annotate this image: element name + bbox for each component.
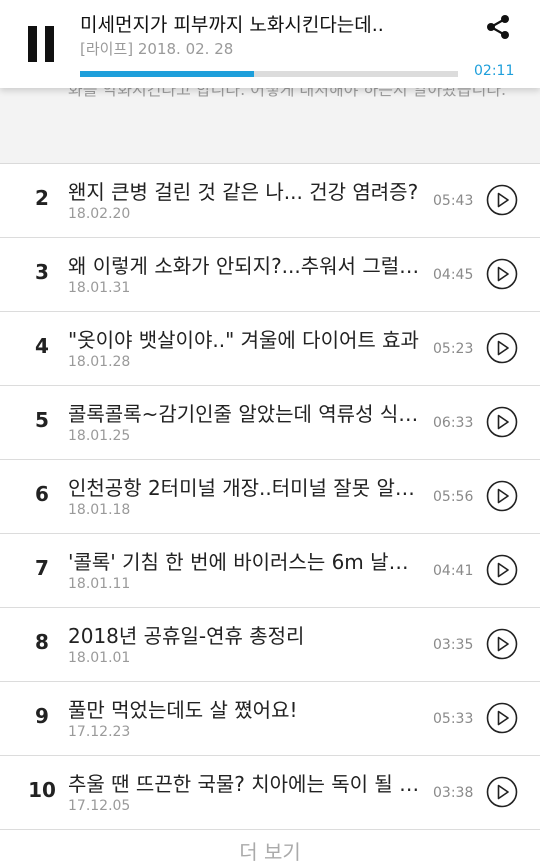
episode-date: 18.01.11 <box>68 576 131 592</box>
episode-duration: 04:45 <box>433 267 474 283</box>
episode-title: 2018년 공휴일-연휴 총정리 <box>68 624 305 648</box>
elapsed-time: 02:11 <box>474 63 515 79</box>
share-icon[interactable] <box>484 13 512 41</box>
episode-title: 풀만 먹었는데도 살 쪘어요! <box>68 698 298 722</box>
episode-title: '콜록' 기침 한 번에 바이러스는 6m 날아간다 <box>68 550 420 574</box>
play-icon[interactable] <box>486 332 518 364</box>
episode-duration: 03:38 <box>433 785 474 801</box>
episode-duration: 06:33 <box>433 415 474 431</box>
episode-row[interactable]: 6 인천공항 2터미널 개장..터미널 잘못 알고 가면 18.01.18 05:56 <box>0 460 540 534</box>
episode-title: 콜록콜록~감기인줄 알았는데 역류성 식도염 <box>68 402 420 426</box>
episode-summary: 화를 악화시킨다고 합니다. 어떻게 대처해야 하는지 알아봤습니다. <box>0 88 540 164</box>
episode-title: "옷이야 뱃살이야.." 겨울에 다이어트 효과 <box>68 328 419 352</box>
more-button[interactable]: 더 보기 <box>0 836 540 865</box>
episode-number: 5 <box>35 408 49 432</box>
episode-duration: 05:33 <box>433 711 474 727</box>
pause-icon <box>28 26 37 62</box>
episode-duration: 05:56 <box>433 489 474 505</box>
pause-icon-bar <box>45 26 54 62</box>
play-icon[interactable] <box>486 184 518 216</box>
episode-date: 18.01.01 <box>68 650 131 666</box>
episode-date: 18.01.25 <box>68 428 131 444</box>
episode-date: 18.01.31 <box>68 280 131 296</box>
now-playing-subtitle: [라이프] 2018. 02. 28 <box>80 40 234 58</box>
progress-fill <box>80 71 254 77</box>
now-playing-title: 미세먼지가 피부까지 노화시킨다는데.. <box>80 14 384 36</box>
play-icon[interactable] <box>486 702 518 734</box>
play-icon[interactable] <box>486 776 518 808</box>
now-playing-bar: 미세먼지가 피부까지 노화시킨다는데.. [라이프] 2018. 02. 28 … <box>0 0 540 88</box>
play-icon[interactable] <box>486 406 518 438</box>
episode-number: 7 <box>35 556 49 580</box>
episode-row[interactable]: 5 콜록콜록~감기인줄 알았는데 역류성 식도염 18.01.25 06:33 <box>0 386 540 460</box>
episode-number: 2 <box>35 186 49 210</box>
episode-title: 왜 이렇게 소화가 안되지?...추워서 그럴 수도 <box>68 254 420 278</box>
episode-number: 10 <box>28 778 56 802</box>
play-icon[interactable] <box>486 554 518 586</box>
play-icon[interactable] <box>486 628 518 660</box>
episode-row[interactable]: 10 추울 땐 뜨끈한 국물? 치아에는 독이 될 수도 17.12.05 03:38 <box>0 756 540 830</box>
progress-bar[interactable] <box>80 71 458 77</box>
play-icon[interactable] <box>486 258 518 290</box>
episode-number: 9 <box>35 704 49 728</box>
episode-date: 18.02.20 <box>68 206 131 222</box>
episode-duration: 04:41 <box>433 563 474 579</box>
episode-row[interactable]: 3 왜 이렇게 소화가 안되지?...추워서 그럴 수도 18.01.31 04:45 <box>0 238 540 312</box>
episode-duration: 03:35 <box>433 637 474 653</box>
episode-date: 17.12.23 <box>68 724 131 740</box>
episode-number: 8 <box>35 630 49 654</box>
episode-date: 18.01.18 <box>68 502 131 518</box>
episode-row[interactable]: 4 "옷이야 뱃살이야.." 겨울에 다이어트 효과 18.01.28 05:23 <box>0 312 540 386</box>
episode-title: 인천공항 2터미널 개장..터미널 잘못 알고 가면 <box>68 476 420 500</box>
episode-row[interactable]: 2 왠지 큰병 걸린 것 같은 나... 건강 염려증? 18.02.20 05:43 <box>0 164 540 238</box>
pause-button[interactable] <box>26 26 56 62</box>
episode-date: 17.12.05 <box>68 798 131 814</box>
episode-duration: 05:43 <box>433 193 474 209</box>
episode-row[interactable]: 8 2018년 공휴일-연휴 총정리 18.01.01 03:35 <box>0 608 540 682</box>
episode-row[interactable]: 7 '콜록' 기침 한 번에 바이러스는 6m 날아간다 18.01.11 04:41 <box>0 534 540 608</box>
episode-number: 3 <box>35 260 49 284</box>
episode-duration: 05:23 <box>433 341 474 357</box>
play-icon[interactable] <box>486 480 518 512</box>
episode-list: 2 왠지 큰병 걸린 것 같은 나... 건강 염려증? 18.02.20 05:43… <box>0 164 540 830</box>
episode-number: 4 <box>35 334 49 358</box>
episode-title: 추울 땐 뜨끈한 국물? 치아에는 독이 될 수도 <box>68 772 420 796</box>
episode-date: 18.01.28 <box>68 354 131 370</box>
episode-title: 왠지 큰병 걸린 것 같은 나... 건강 염려증? <box>68 180 419 204</box>
summary-text: 화를 악화시킨다고 합니다. 어떻게 대처해야 하는지 알아봤습니다. <box>68 88 507 99</box>
episode-row[interactable]: 9 풀만 먹었는데도 살 쪘어요! 17.12.23 05:33 <box>0 682 540 756</box>
episode-number: 6 <box>35 482 49 506</box>
